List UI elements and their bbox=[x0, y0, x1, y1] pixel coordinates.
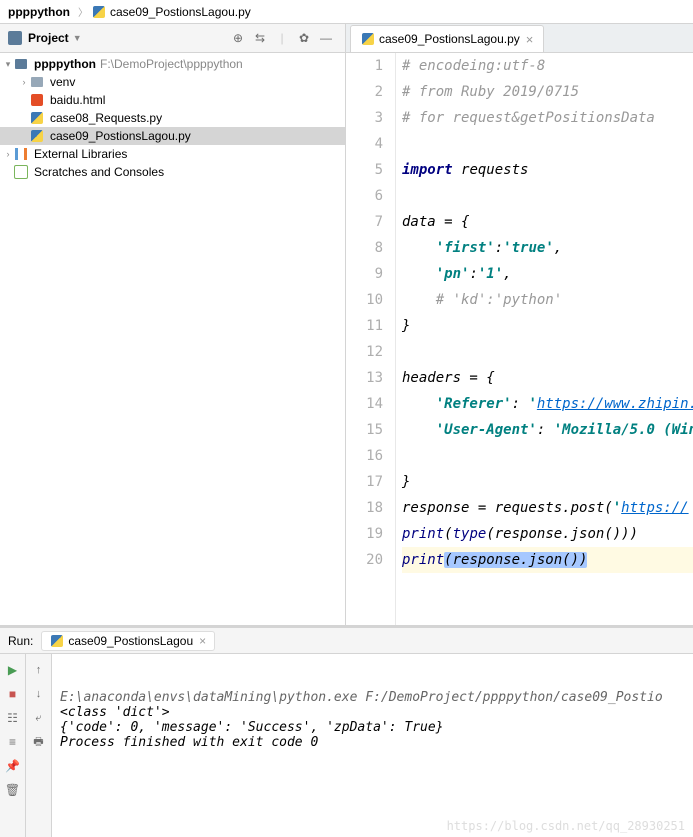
stop-icon[interactable]: ■ bbox=[3, 684, 23, 704]
run-icon[interactable]: ▶ bbox=[3, 660, 23, 680]
sidebar-title: Project bbox=[28, 31, 69, 45]
print-icon[interactable]: 🖶 bbox=[29, 732, 49, 752]
chevron-down-icon[interactable]: ▼ bbox=[73, 33, 82, 43]
python-file-icon bbox=[30, 129, 44, 143]
chevron-right-icon: 〉 bbox=[78, 4, 88, 19]
tree-scratches[interactable]: Scratches and Consoles bbox=[0, 163, 345, 181]
watermark: https://blog.csdn.net/qq_28930251 bbox=[447, 819, 685, 833]
editor-area: case09_PostionsLagou.py × 12345678910111… bbox=[346, 24, 693, 625]
run-tab[interactable]: case09_PostionsLagou × bbox=[41, 631, 215, 651]
sidebar-header: Project ▼ ⊕ ⇆ | ✿ — bbox=[0, 24, 345, 53]
tree-file-baidu[interactable]: baidu.html bbox=[0, 91, 345, 109]
editor-tab-label: case09_PostionsLagou.py bbox=[379, 32, 520, 46]
trash-icon[interactable]: 🗑 bbox=[3, 780, 23, 800]
tree-root-name: ppppython bbox=[34, 57, 96, 71]
run-toolbar-primary: ▶ ■ ☷ ≡ 📌 🗑 bbox=[0, 654, 26, 837]
tree-root-path: F:\DemoProject\ppppython bbox=[100, 57, 243, 71]
filter-icon[interactable]: ≡ bbox=[3, 732, 23, 752]
expand-icon[interactable]: ⇆ bbox=[249, 27, 271, 49]
tree-label: case09_PostionsLagou.py bbox=[50, 129, 191, 143]
close-icon[interactable]: × bbox=[199, 634, 206, 648]
project-tree[interactable]: ▾ ppppython F:\DemoProject\ppppython › v… bbox=[0, 53, 345, 625]
tree-root[interactable]: ▾ ppppython F:\DemoProject\ppppython bbox=[0, 55, 345, 73]
run-tab-label: case09_PostionsLagou bbox=[68, 634, 193, 648]
tree-external-libs[interactable]: › External Libraries bbox=[0, 145, 345, 163]
python-file-icon bbox=[361, 32, 375, 46]
scratch-icon bbox=[14, 165, 28, 179]
minimize-icon[interactable]: — bbox=[315, 27, 337, 49]
tree-label: venv bbox=[50, 75, 75, 89]
tree-file-case08[interactable]: case08_Requests.py bbox=[0, 109, 345, 127]
tree-folder-venv[interactable]: › venv bbox=[0, 73, 345, 91]
folder-icon bbox=[14, 57, 28, 71]
down-icon[interactable]: ↓ bbox=[29, 684, 49, 704]
chevron-right-icon[interactable]: › bbox=[18, 77, 30, 87]
project-icon bbox=[8, 31, 22, 45]
tree-label: baidu.html bbox=[50, 93, 105, 107]
console-output[interactable]: E:\anaconda\envs\dataMining\python.exe F… bbox=[52, 654, 693, 837]
editor-body[interactable]: 1234567891011121314151617181920 # encode… bbox=[346, 53, 693, 625]
layout-icon[interactable]: ☷ bbox=[3, 708, 23, 728]
gear-icon[interactable]: ✿ bbox=[293, 27, 315, 49]
locate-icon[interactable]: ⊕ bbox=[227, 27, 249, 49]
tree-label: Scratches and Consoles bbox=[34, 165, 164, 179]
pin-icon[interactable]: 📌 bbox=[3, 756, 23, 776]
close-icon[interactable]: × bbox=[526, 32, 534, 47]
chevron-right-icon[interactable]: › bbox=[2, 149, 14, 159]
html-file-icon bbox=[30, 93, 44, 107]
library-icon bbox=[14, 147, 28, 161]
python-file-icon bbox=[92, 5, 106, 19]
editor-tabs: case09_PostionsLagou.py × bbox=[346, 24, 693, 53]
run-toolbar-secondary: ↑ ↓ ⤶ 🖶 bbox=[26, 654, 52, 837]
editor-tab[interactable]: case09_PostionsLagou.py × bbox=[350, 25, 544, 52]
line-gutter: 1234567891011121314151617181920 bbox=[346, 53, 396, 625]
project-sidebar: Project ▼ ⊕ ⇆ | ✿ — ▾ ppppython F:\DemoP… bbox=[0, 24, 346, 625]
folder-icon bbox=[30, 75, 44, 89]
code-content[interactable]: # encodeing:utf-8# from Ruby 2019/0715# … bbox=[396, 53, 693, 625]
breadcrumb-root[interactable]: ppppython bbox=[8, 5, 70, 19]
run-header: Run: case09_PostionsLagou × bbox=[0, 628, 693, 654]
tree-file-case09[interactable]: case09_PostionsLagou.py bbox=[0, 127, 345, 145]
wrap-icon[interactable]: ⤶ bbox=[29, 708, 49, 728]
run-panel: Run: case09_PostionsLagou × ▶ ■ ☷ ≡ 📌 🗑 … bbox=[0, 625, 693, 837]
breadcrumb-file[interactable]: case09_PostionsLagou.py bbox=[92, 5, 251, 19]
run-title: Run: bbox=[8, 634, 33, 648]
up-icon[interactable]: ↑ bbox=[29, 660, 49, 680]
breadcrumb-file-label: case09_PostionsLagou.py bbox=[110, 5, 251, 19]
python-file-icon bbox=[50, 634, 64, 648]
breadcrumb-root-label: ppppython bbox=[8, 5, 70, 19]
chevron-down-icon[interactable]: ▾ bbox=[2, 59, 14, 70]
tree-label: External Libraries bbox=[34, 147, 127, 161]
python-file-icon bbox=[30, 111, 44, 125]
divider: | bbox=[271, 27, 293, 49]
tree-label: case08_Requests.py bbox=[50, 111, 162, 125]
breadcrumb: ppppython 〉 case09_PostionsLagou.py bbox=[0, 0, 693, 24]
